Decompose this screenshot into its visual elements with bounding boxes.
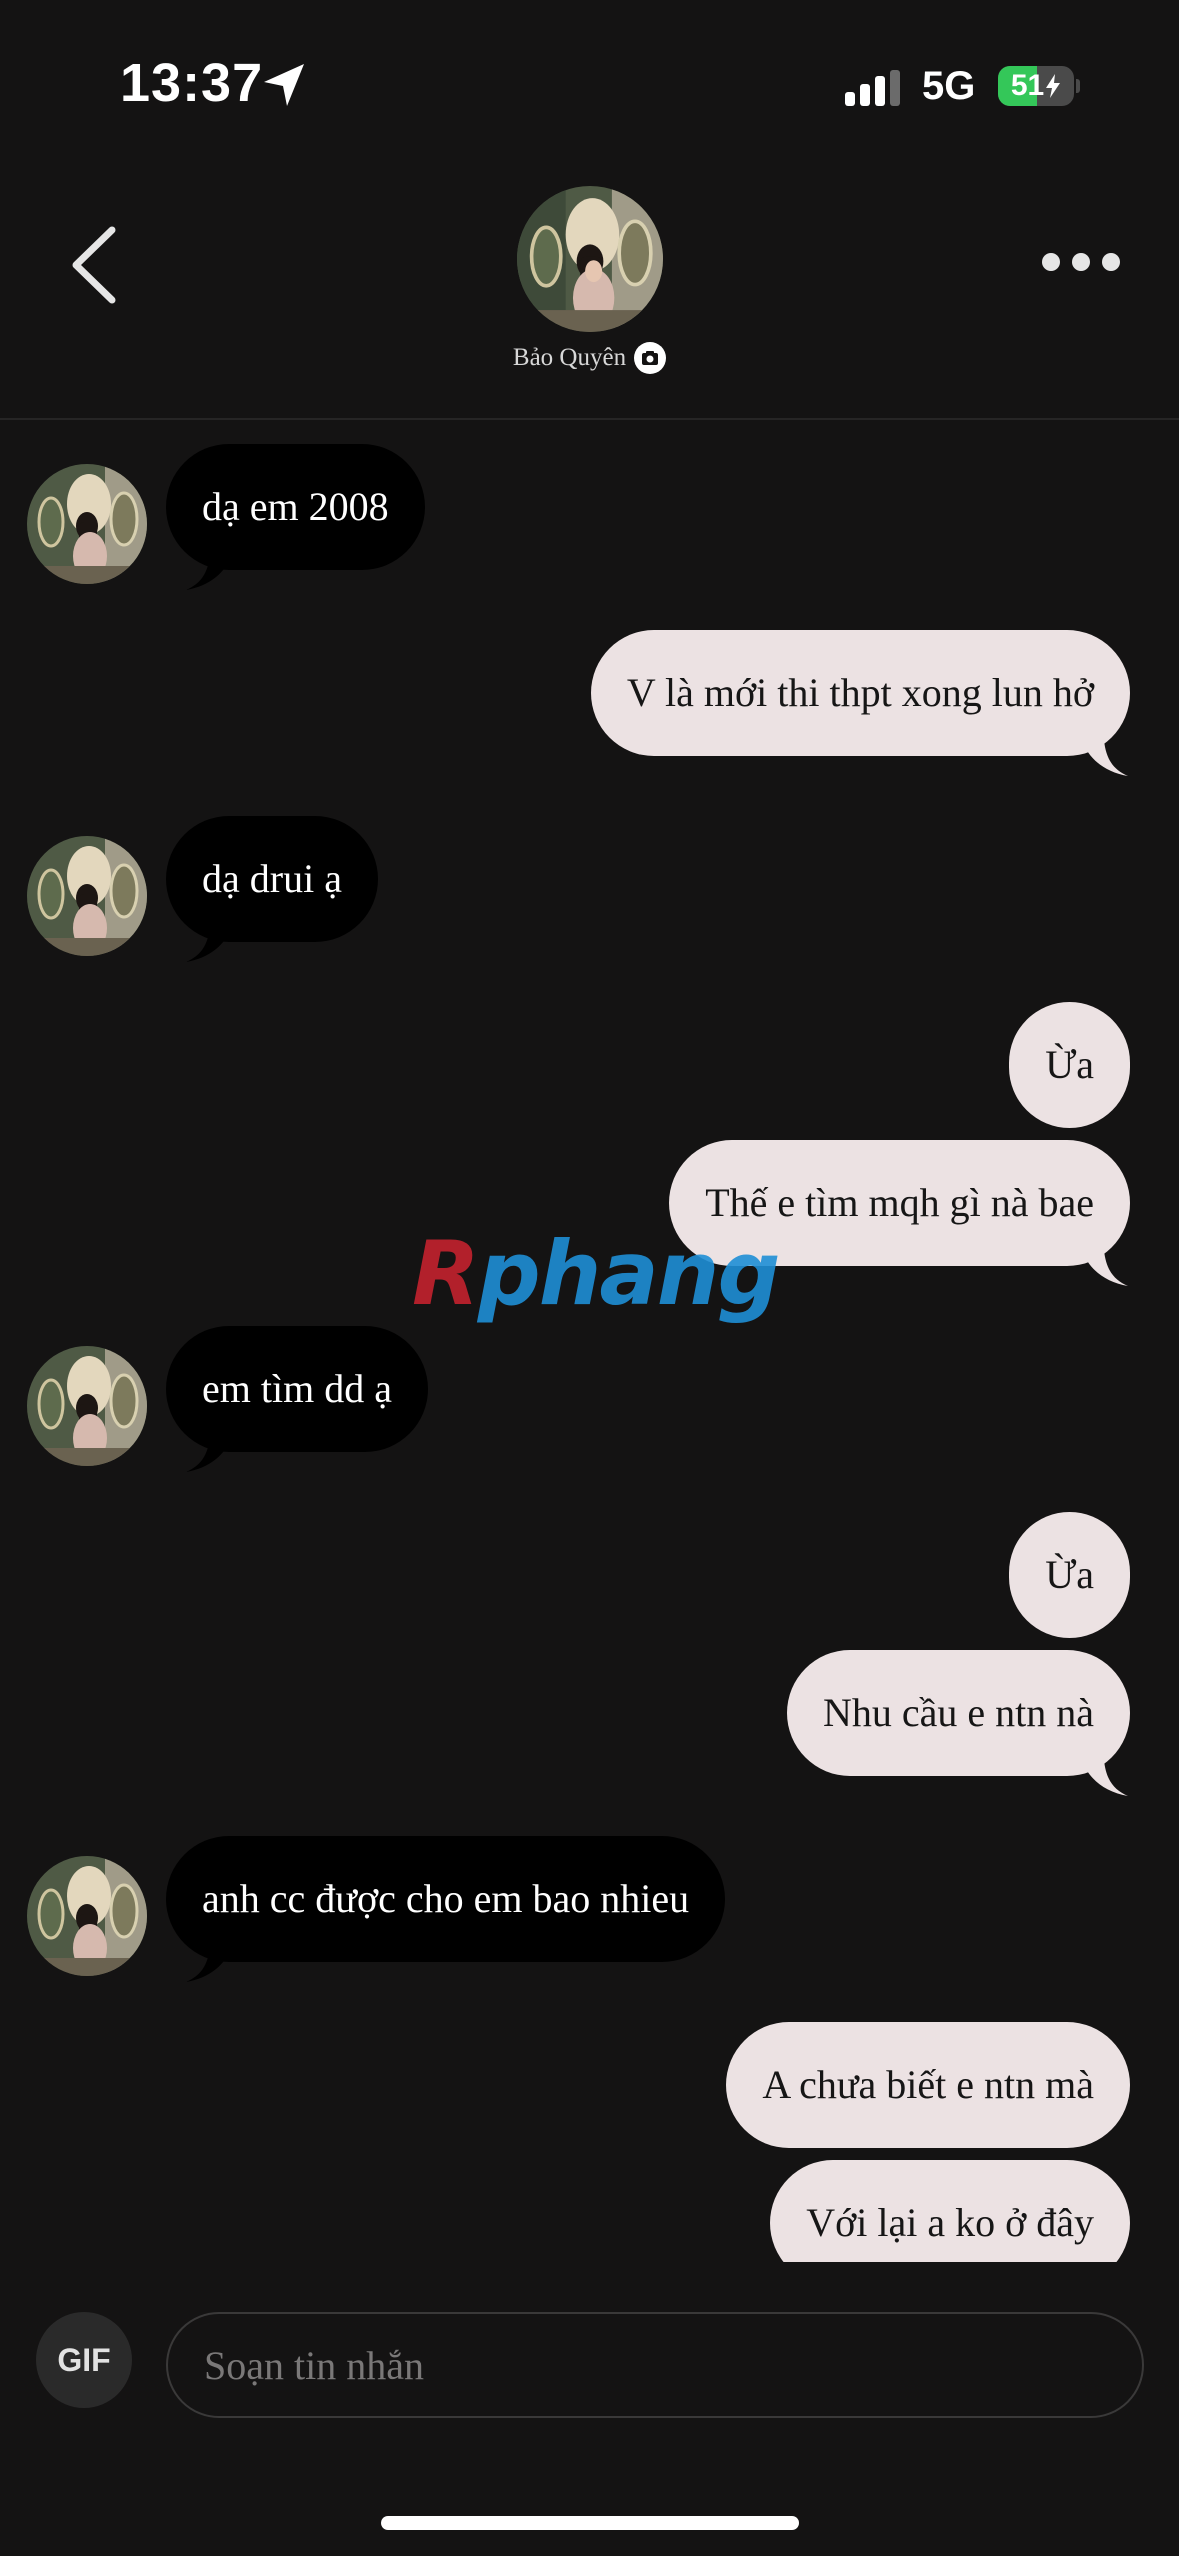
- message-bubble-incoming[interactable]: dạ em 2008: [166, 444, 425, 570]
- chat-header: Bảo Quyên: [0, 150, 1179, 420]
- watermark-logo: Rphang: [412, 1222, 780, 1325]
- sender-avatar[interactable]: [27, 836, 147, 956]
- back-chevron-icon[interactable]: [60, 220, 130, 310]
- bubble-tail: [186, 1946, 232, 1982]
- location-arrow-icon: [264, 64, 304, 106]
- battery-indicator: 51: [998, 66, 1080, 106]
- chat-screen: 13:37 5G 51 Bảo Quyên dạ em 2008 V là mớ…: [0, 0, 1179, 2556]
- signal-icon: [845, 70, 900, 106]
- status-time: 13:37: [120, 53, 264, 113]
- home-indicator[interactable]: [381, 2516, 799, 2530]
- bubble-tail: [186, 554, 232, 590]
- battery-cap: [1076, 79, 1080, 93]
- avatar-photo: [517, 186, 663, 332]
- bubble-tail: [1082, 1760, 1128, 1796]
- contact-name: Bảo Quyên: [512, 344, 627, 371]
- message-bubble-incoming[interactable]: em tìm dd ạ: [166, 1326, 428, 1452]
- more-dots-icon[interactable]: [1036, 242, 1126, 282]
- battery-body: 51: [998, 66, 1074, 106]
- battery-percent-value: 51: [1010, 69, 1045, 102]
- message-bubble-outgoing[interactable]: Với lại a ko ở đây: [770, 2160, 1130, 2262]
- message-bubble-outgoing[interactable]: V là mới thi thpt xong lun hở: [590, 630, 1130, 756]
- battery-charging-icon: [1046, 74, 1061, 98]
- watermark-first-letter: R: [412, 1222, 480, 1325]
- bubble-tail: [186, 1436, 232, 1472]
- contact-title[interactable]: Bảo Quyên: [0, 342, 1179, 374]
- sender-avatar[interactable]: [27, 464, 147, 584]
- message-list[interactable]: dạ em 2008 V là mới thi thpt xong lun hở…: [0, 422, 1179, 2262]
- message-bubble-outgoing[interactable]: Ừa: [1009, 1002, 1130, 1128]
- status-bar: 13:37 5G 51: [0, 0, 1179, 150]
- gif-button[interactable]: GIF: [36, 2312, 132, 2408]
- message-bubble-outgoing[interactable]: A chưa biết e ntn mà: [726, 2022, 1130, 2148]
- message-bubble-incoming[interactable]: anh cc được cho em bao nhieu: [166, 1836, 726, 1962]
- contact-avatar[interactable]: [517, 186, 663, 332]
- message-input[interactable]: [166, 2312, 1144, 2418]
- battery-percent: 51: [1002, 66, 1070, 106]
- message-bubble-outgoing[interactable]: Nhu cầu e ntn nà: [786, 1650, 1130, 1776]
- bubble-tail: [186, 926, 232, 962]
- network-type: 5G: [922, 64, 976, 108]
- sender-avatar[interactable]: [27, 1856, 147, 1976]
- message-composer: GIF: [0, 2290, 1179, 2440]
- message-bubble-outgoing[interactable]: Ừa: [1009, 1512, 1130, 1638]
- bubble-tail: [1082, 740, 1128, 776]
- watermark-rest: phang: [477, 1222, 781, 1325]
- sender-avatar[interactable]: [27, 1346, 147, 1466]
- bubble-tail: [1082, 1250, 1128, 1286]
- message-bubble-incoming[interactable]: dạ drui ạ: [166, 816, 378, 942]
- camera-icon: [634, 342, 667, 374]
